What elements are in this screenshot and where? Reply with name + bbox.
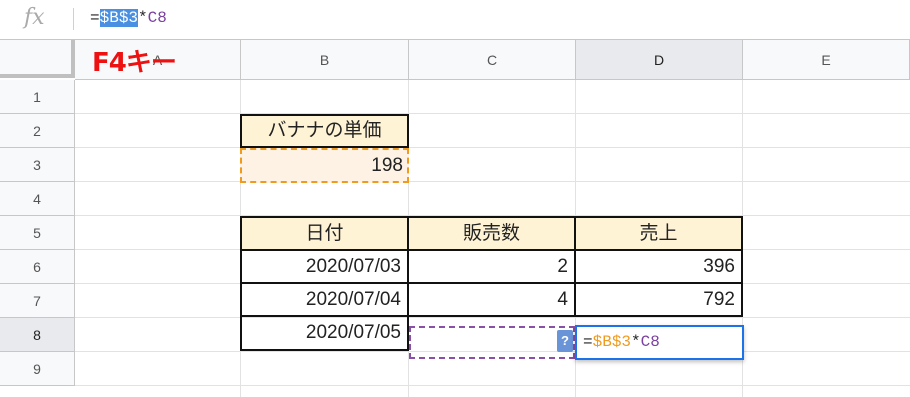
cell-b3[interactable]: 198 [240, 148, 409, 183]
row-header-8[interactable]: 8 [0, 318, 75, 352]
gridline [75, 113, 910, 114]
formula-prefix: = [90, 9, 100, 27]
column-header-c[interactable]: C [409, 40, 576, 80]
formula-selected-ref: $B$3 [99, 9, 139, 27]
fx-icon: fx [24, 5, 45, 30]
cell-d7[interactable]: 792 [574, 282, 743, 317]
cell-b2[interactable]: バナナの単価 [240, 114, 409, 148]
gridline [75, 147, 910, 148]
reference-highlight-c8 [409, 326, 575, 359]
cell-b5[interactable]: 日付 [240, 216, 409, 251]
select-all-corner[interactable] [0, 40, 75, 78]
row-header-4[interactable]: 4 [0, 182, 75, 216]
cell-c6[interactable]: 2 [407, 249, 576, 284]
gridline [75, 181, 910, 182]
row-header-2[interactable]: 2 [0, 114, 75, 148]
spreadsheet-grid: A B C D E 1 2 3 4 5 6 7 8 9 F4キー バナナの単価 … [0, 40, 910, 397]
formula-bar-divider [73, 8, 74, 30]
column-header-e[interactable]: E [743, 40, 910, 80]
editor-prefix: = [583, 333, 593, 351]
cell-c5[interactable]: 販売数 [407, 216, 576, 251]
cell-b6[interactable]: 2020/07/03 [240, 249, 409, 284]
gridline [75, 385, 910, 386]
formula-input[interactable]: =$B$3*C8 [90, 7, 167, 29]
column-header-d[interactable]: D [576, 40, 743, 80]
row-header-1[interactable]: 1 [0, 80, 75, 114]
editor-ref-b3: $B$3 [592, 333, 632, 351]
formula-help-button[interactable]: ? [557, 330, 573, 352]
cell-c7[interactable]: 4 [407, 282, 576, 317]
cell-d6[interactable]: 396 [574, 249, 743, 284]
column-header-b[interactable]: B [241, 40, 409, 80]
f4-key-annotation: F4キー [92, 48, 177, 78]
formula-ref-c8: C8 [147, 9, 167, 27]
active-cell-d8-editor[interactable]: =$B$3*C8 [575, 325, 744, 360]
formula-operator: * [138, 9, 148, 27]
cell-b8[interactable]: 2020/07/05 [240, 315, 409, 351]
row-header-6[interactable]: 6 [0, 250, 75, 284]
gridline [75, 317, 910, 318]
cell-b7[interactable]: 2020/07/04 [240, 282, 409, 317]
editor-operator: * [631, 333, 641, 351]
row-header-9[interactable]: 9 [0, 352, 75, 386]
editor-ref-c8: C8 [640, 333, 660, 351]
row-header-5[interactable]: 5 [0, 216, 75, 250]
row-header-3[interactable]: 3 [0, 148, 75, 182]
formula-bar: fx =$B$3*C8 [0, 0, 910, 40]
row-header-7[interactable]: 7 [0, 284, 75, 318]
cell-d5[interactable]: 売上 [574, 216, 743, 251]
